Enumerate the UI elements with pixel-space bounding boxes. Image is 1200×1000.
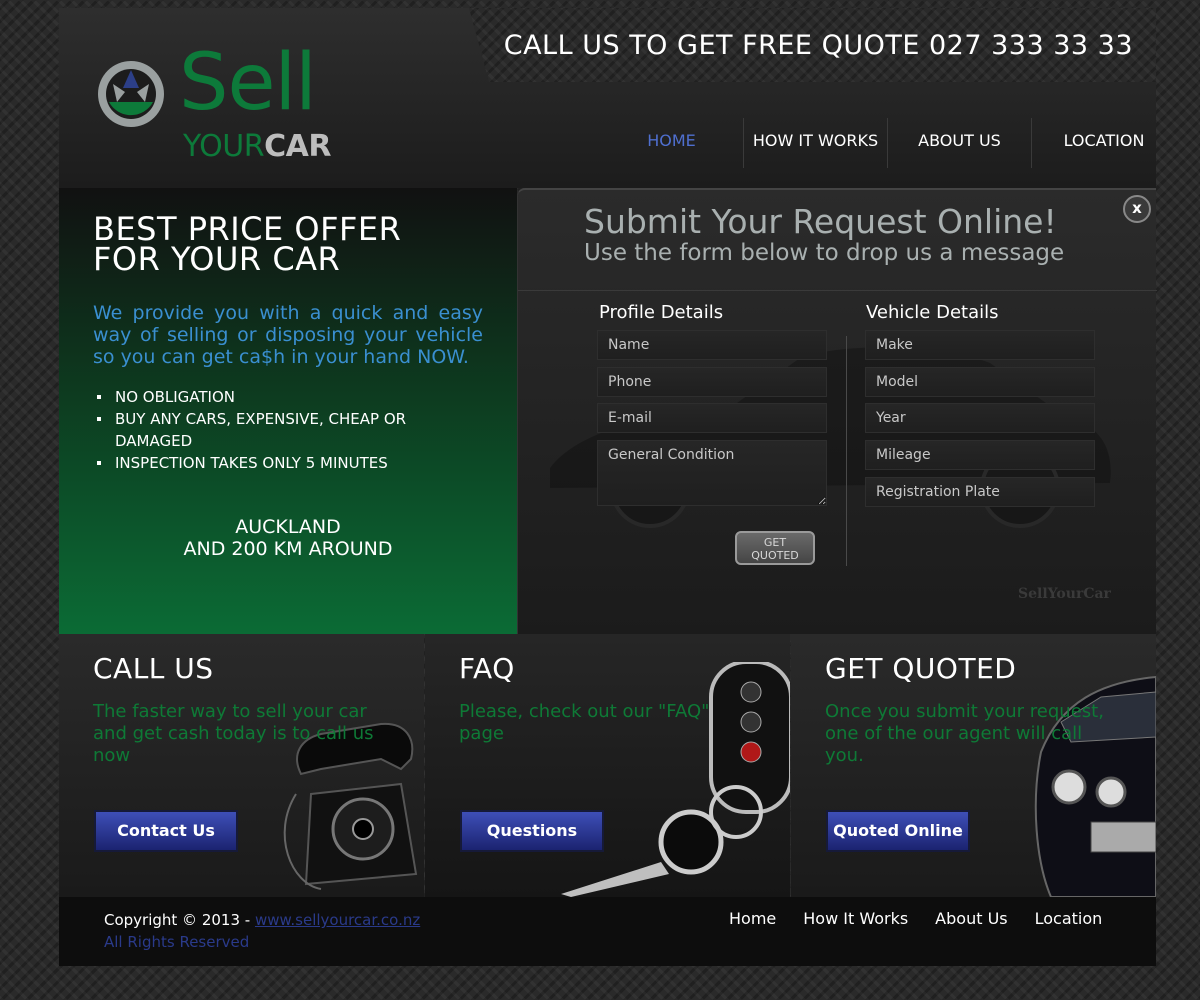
hero-bullet: INSPECTION TAKES ONLY 5 MINUTES [93, 452, 483, 474]
form-watermark: SellYourCar [1018, 586, 1111, 602]
get-quoted-line2: QUOTED [751, 549, 799, 562]
make-field[interactable] [865, 330, 1095, 360]
site-link[interactable]: www.sellyourcar.co.nz [255, 911, 420, 929]
nav-home[interactable]: HOME [600, 118, 744, 168]
questions-button[interactable]: Questions [460, 810, 604, 852]
logo-your: YOUR [183, 129, 265, 164]
nav-location[interactable]: LOCATION [1032, 118, 1176, 168]
copyright-text: Copyright © 2013 - [104, 911, 255, 929]
feature-text: Once you submit your request, one of the… [825, 701, 1104, 766]
service-area: AUCKLAND AND 200 KM AROUND [93, 516, 483, 560]
hero-title: BEST PRICE OFFER FOR YOUR CAR [93, 213, 483, 275]
general-condition-field[interactable] [597, 440, 827, 506]
form-title: Submit Your Request Online! [584, 202, 1057, 241]
service-area-line2: AND 200 KM AROUND [183, 538, 393, 560]
mileage-field[interactable] [865, 440, 1095, 470]
feature-get-quoted: GET QUOTED Once you submit your request,… [791, 634, 1156, 897]
vehicle-details-heading: Vehicle Details [866, 302, 999, 323]
hero-description: We provide you with a quick and easy way… [93, 302, 483, 368]
feature-faq: FAQ Please, check out our "FAQ" page Que… [425, 634, 790, 897]
close-button[interactable]: x [1123, 195, 1151, 223]
model-field[interactable] [865, 367, 1095, 397]
feature-text: The faster way to sell your car and get … [93, 701, 374, 766]
hero-title-line2: FOR YOUR CAR [93, 240, 341, 278]
registration-plate-field[interactable] [865, 477, 1095, 507]
logo-sell-text: Sell [179, 38, 317, 128]
hero-bullets: NO OBLIGATION BUY ANY CARS, EXPENSIVE, C… [93, 386, 483, 474]
form-divider [518, 290, 1157, 291]
rights-text: All Rights Reserved [104, 933, 250, 951]
feature-text: Please, check out our "FAQ" page [459, 701, 710, 744]
feature-title: CALL US [93, 652, 214, 685]
site-wrapper: CALL US TO GET FREE QUOTE 027 333 33 33 … [59, 0, 1157, 966]
profile-details-heading: Profile Details [599, 302, 724, 323]
logo-car: CAR [264, 129, 331, 164]
logo[interactable]: Sell YOURCAR [95, 44, 395, 168]
call-banner: CALL US TO GET FREE QUOTE 027 333 33 33 [503, 30, 1133, 61]
get-quoted-line1: GET [763, 536, 787, 549]
name-field[interactable] [597, 330, 827, 360]
main-nav: HOME HOW IT WORKS ABOUT US LOCATION [600, 118, 1176, 168]
footer-link-location[interactable]: Location [1035, 909, 1103, 928]
hero-bullet: NO OBLIGATION [93, 386, 483, 408]
feature-title: GET QUOTED [825, 652, 1017, 685]
get-quoted-button[interactable]: GET QUOTED [735, 531, 815, 565]
copyright: Copyright © 2013 - www.sellyourcar.co.nz… [104, 909, 420, 953]
footer-link-about-us[interactable]: About Us [935, 909, 1007, 928]
hero-panel: BEST PRICE OFFER FOR YOUR CAR We provide… [59, 188, 517, 634]
quoted-online-button[interactable]: Quoted Online [826, 810, 970, 852]
contact-us-button[interactable]: Contact Us [94, 810, 238, 852]
logo-emblem-icon [98, 61, 164, 127]
email-field[interactable] [597, 403, 827, 433]
footer-link-how-it-works[interactable]: How It Works [803, 909, 908, 928]
car-icon [1034, 675, 1156, 897]
footer-nav: Home How It Works About Us Location [729, 909, 1102, 928]
nav-how-it-works[interactable]: HOW IT WORKS [744, 118, 888, 168]
service-area-line1: AUCKLAND [235, 516, 341, 538]
request-form-panel: x Submit Your Request Online! Use the fo… [517, 188, 1157, 634]
phone-field[interactable] [597, 367, 827, 397]
year-field[interactable] [865, 403, 1095, 433]
nav-about-us[interactable]: ABOUT US [888, 118, 1032, 168]
form-subtitle: Use the form below to drop us a message [584, 240, 1065, 266]
logo-yourcar-text: YOURCAR [183, 132, 331, 162]
column-separator [846, 336, 847, 566]
feature-call-us: CALL US The faster way to sell your car … [59, 634, 424, 897]
hero-bullet: BUY ANY CARS, EXPENSIVE, CHEAP OR DAMAGE… [93, 408, 483, 452]
feature-title: FAQ [459, 652, 515, 685]
footer: Copyright © 2013 - www.sellyourcar.co.nz… [59, 897, 1156, 966]
header: CALL US TO GET FREE QUOTE 027 333 33 33 … [59, 8, 1156, 188]
car-key-icon [561, 662, 790, 897]
footer-link-home[interactable]: Home [729, 909, 776, 928]
